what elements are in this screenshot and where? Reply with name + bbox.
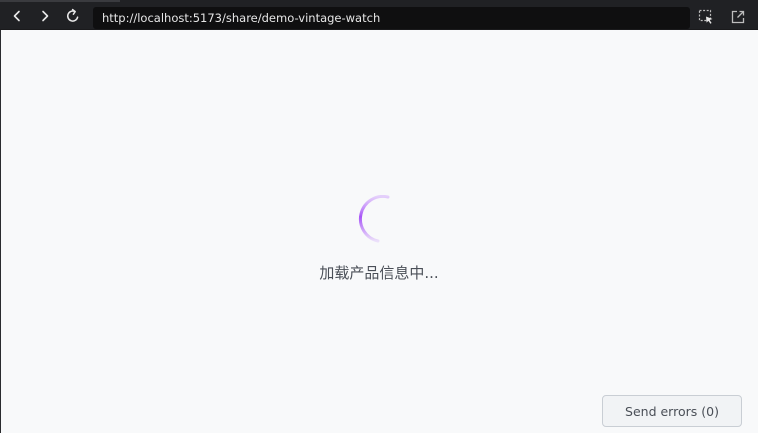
url-text: http://localhost:5173/share/demo-vintage… bbox=[102, 11, 381, 25]
address-bar[interactable]: http://localhost:5173/share/demo-vintage… bbox=[93, 7, 690, 29]
reload-button[interactable] bbox=[63, 6, 83, 26]
browser-toolbar: http://localhost:5173/share/demo-vintage… bbox=[0, 0, 758, 30]
active-tab-strip bbox=[0, 0, 120, 2]
forward-icon bbox=[42, 10, 49, 22]
open-external-icon bbox=[731, 10, 745, 24]
loading-spinner-icon bbox=[358, 195, 390, 243]
send-errors-button[interactable]: Send errors (0) bbox=[602, 395, 742, 427]
select-element-button[interactable] bbox=[698, 9, 714, 25]
back-icon bbox=[13, 10, 20, 22]
loading-message: 加载产品信息中... bbox=[319, 264, 439, 282]
forward-button[interactable] bbox=[35, 6, 55, 26]
reload-icon bbox=[67, 8, 79, 22]
back-button[interactable] bbox=[7, 6, 27, 26]
open-external-button[interactable] bbox=[730, 9, 746, 25]
select-element-icon bbox=[698, 9, 713, 24]
